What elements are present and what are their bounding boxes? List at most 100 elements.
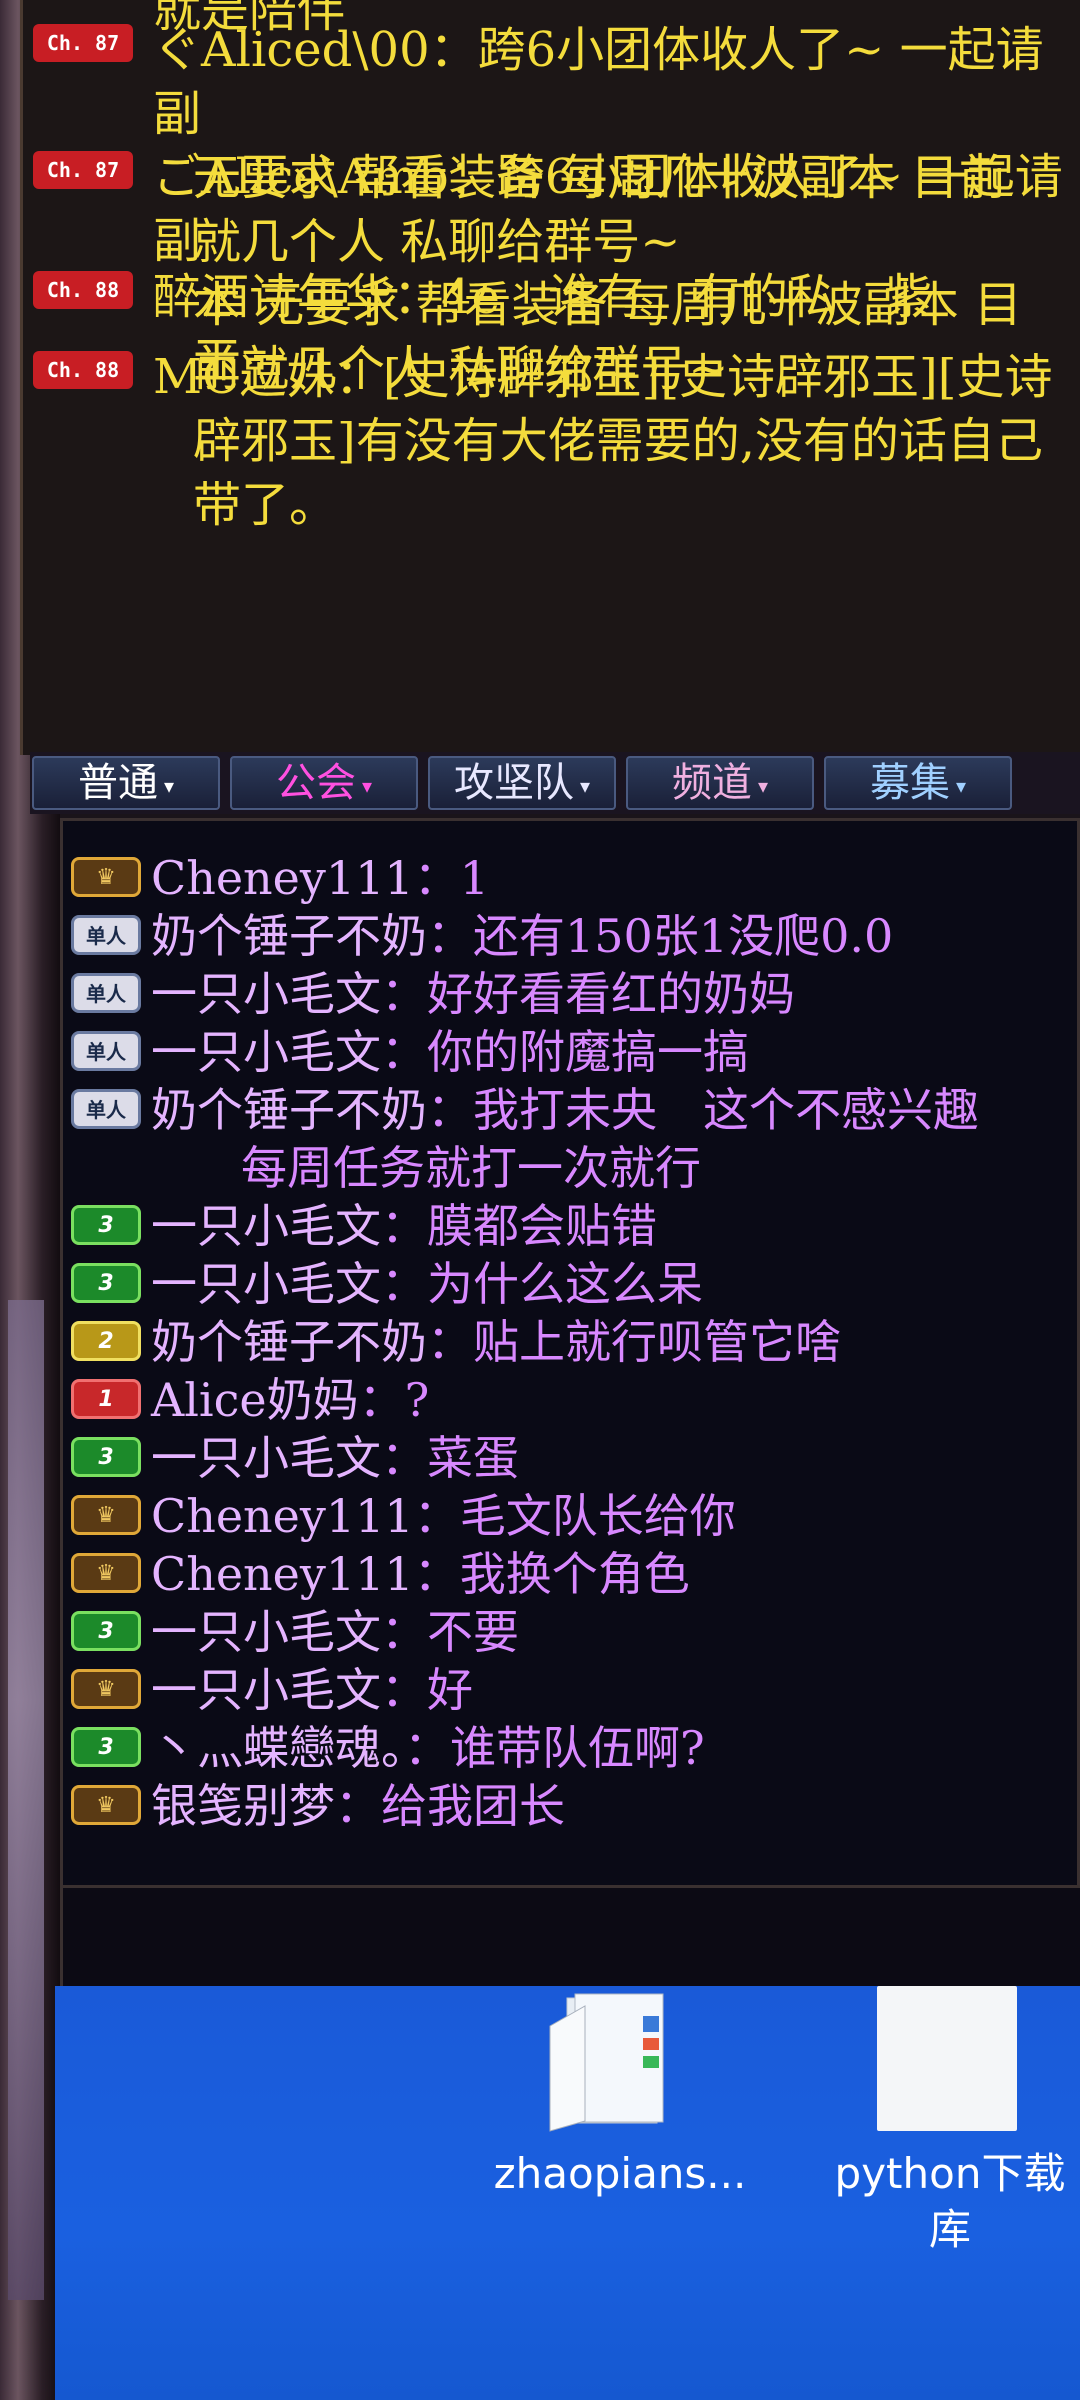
- channel-message-continuation: 辟邪玉]有没有大佬需要的,没有的话自己: [193, 413, 1043, 469]
- tab-label: 募集: [869, 760, 950, 806]
- red-rank-icon: 1: [71, 1379, 141, 1419]
- sender-name[interactable]: 一只小毛文: [151, 1199, 381, 1253]
- message-body: 还有150张1没爬0.0: [473, 909, 894, 963]
- chat-message: 3 一只小毛文：菜蛋: [71, 1429, 1077, 1487]
- green-rank-icon: 3: [71, 1611, 141, 1651]
- channel-message: Ch. 88 MC逗姝：[史诗辟邪玉][史诗辟邪玉][史诗辟邪玉]有没有大佬需要的…: [23, 345, 1080, 537]
- chat-message-text: 一只小毛文：好好看看红的奶妈: [151, 965, 795, 1023]
- sender-name[interactable]: 丶灬蝶戀魂。: [151, 1721, 404, 1775]
- tab-2[interactable]: 公会 ▾: [230, 756, 418, 810]
- solo-rank-icon: 单人: [71, 915, 141, 955]
- sender-name[interactable]: Alice奶妈: [151, 1373, 359, 1427]
- sender-name[interactable]: 一只小毛文: [151, 1663, 381, 1717]
- sender-name[interactable]: 一只小毛文: [151, 1025, 381, 1079]
- sender-name[interactable]: 一只小毛文: [151, 1605, 381, 1659]
- solo-rank-icon: 单人: [71, 973, 141, 1013]
- chat-message-text: 一只小毛文：不要: [151, 1603, 519, 1661]
- separator: ：: [427, 909, 473, 963]
- folder-icon[interactable]: [545, 1986, 675, 2136]
- chat-tab-bar: 普通 ▾ 公会 ▾ 攻坚队 ▾ 频道 ▾ 募集 ▾: [30, 752, 1080, 814]
- chat-message-text: Cheney111：1: [151, 849, 489, 907]
- message-body: 菜蛋: [427, 1431, 519, 1485]
- chat-message: ♛ Cheney111：我换个角色: [71, 1545, 1077, 1603]
- channel-message-continuation: 带了。: [193, 477, 338, 533]
- green-rank-icon: 3: [71, 1727, 141, 1767]
- tab-1[interactable]: 普通 ▾: [32, 756, 220, 810]
- message-continuation: 每周任务就打一次就行: [241, 1141, 701, 1195]
- tab-4[interactable]: 频道 ▾: [626, 756, 814, 810]
- chat-message-text: 丶灬蝶戀魂。：谁带队伍啊?: [151, 1719, 705, 1777]
- desktop-icon-zhaopians[interactable]: zhaopians...: [470, 2146, 770, 2202]
- separator: ：: [381, 1257, 427, 1311]
- channel-message-line: 醉酒诗年华：4e 谁有 有的私 紫: [153, 269, 932, 325]
- sender-name[interactable]: 奶个锤子不奶: [151, 1315, 427, 1369]
- chat-message-text: Alice奶妈：?: [151, 1371, 429, 1429]
- sender-name[interactable]: 奶个锤子不奶: [151, 909, 427, 963]
- channel-badge: Ch. 88: [33, 271, 133, 309]
- sender-name[interactable]: 奶个锤子不奶: [151, 1083, 427, 1137]
- tab-3[interactable]: 攻坚队 ▾: [428, 756, 616, 810]
- chat-message: 单人 奶个锤子不奶：我打未央 这个不感兴趣 每周任务就打一次就行: [71, 1081, 1077, 1197]
- chat-message-panel: ♛ Cheney111：1 单人 奶个锤子不奶：还有150张1没爬0.0 单人 一只小毛文…: [60, 818, 1080, 1888]
- separator: ：: [381, 1605, 427, 1659]
- chat-message-text: 一只小毛文：膜都会贴错: [151, 1197, 657, 1255]
- sender-name[interactable]: Cheney111: [151, 851, 414, 905]
- solo-rank-icon: 单人: [71, 1031, 141, 1071]
- separator: ：: [413, 1489, 460, 1543]
- chat-message-text: 一只小毛文：菜蛋: [151, 1429, 519, 1487]
- green-rank-icon: 3: [71, 1437, 141, 1477]
- tab-label: 攻坚队: [453, 760, 574, 806]
- message-body: 给我团长: [381, 1779, 565, 1833]
- tab-label: 普通: [77, 760, 158, 806]
- desktop-icon-python[interactable]: python下载 库: [800, 2146, 1080, 2258]
- message-body: 好好看看红的奶妈: [427, 967, 795, 1021]
- crown-rank-icon: ♛: [71, 1553, 141, 1593]
- file-icon[interactable]: [877, 1986, 1017, 2131]
- chat-message-text: 奶个锤子不奶：贴上就行呗管它啥: [151, 1313, 841, 1371]
- message-body: 不要: [427, 1605, 519, 1659]
- chat-message: 3 一只小毛文：为什么这么呆: [71, 1255, 1077, 1313]
- message-body: 为什么这么呆: [427, 1257, 703, 1311]
- message-body: 你的附魔搞一搞: [427, 1025, 749, 1079]
- sender-name[interactable]: 银笺别梦: [151, 1779, 335, 1833]
- sender-name[interactable]: 一只小毛文: [151, 967, 381, 1021]
- chat-message: ♛ 一只小毛文：好: [71, 1661, 1077, 1719]
- message-body: ?: [404, 1373, 430, 1427]
- tab-5[interactable]: 募集 ▾: [824, 756, 1012, 810]
- separator: ：: [413, 1547, 460, 1601]
- chat-message: ♛ Cheney111：毛文队长给你: [71, 1487, 1077, 1545]
- chat-message: 3 丶灬蝶戀魂。：谁带队伍啊?: [71, 1719, 1077, 1777]
- separator: ：: [381, 1663, 427, 1717]
- windows-desktop: zhaopians... python下载 库: [55, 1986, 1080, 2400]
- channel-badge: Ch. 87: [33, 151, 133, 189]
- chat-input-area[interactable]: [60, 1888, 1080, 1988]
- chat-message: 单人 一只小毛文：好好看看红的奶妈: [71, 965, 1077, 1023]
- chat-message-text: Cheney111：我换个角色: [151, 1545, 690, 1603]
- separator: ：: [381, 967, 427, 1021]
- file-label-line1: python下载: [834, 2149, 1066, 2198]
- green-rank-icon: 3: [71, 1263, 141, 1303]
- sender-name[interactable]: 一只小毛文: [151, 1257, 381, 1311]
- sender-name[interactable]: Cheney111: [151, 1489, 414, 1543]
- channel-message-line: MC逗姝：[史诗辟邪玉][史诗辟邪玉][史诗: [153, 349, 1053, 405]
- crown-rank-icon: ♛: [71, 1495, 141, 1535]
- chat-message: ♛ Cheney111：1: [71, 849, 1077, 907]
- channel-badge: Ch. 87: [33, 24, 133, 62]
- green-rank-icon: 3: [71, 1205, 141, 1245]
- separator: ：: [381, 1025, 427, 1079]
- tab-label: 公会: [275, 760, 356, 806]
- message-body: 毛文队长给你: [459, 1489, 736, 1543]
- chevron-down-icon: ▾: [955, 774, 967, 798]
- separator: ：: [358, 1373, 405, 1427]
- separator: ：: [404, 1721, 450, 1775]
- folder-label: zhaopians...: [493, 2149, 747, 2198]
- channel-message-line: ごAlice\Amb：跨6小团体收人了~ 一起请副: [153, 149, 1063, 269]
- chat-message: ♛ 银笺别梦：给我团长: [71, 1777, 1077, 1835]
- crown-rank-icon: ♛: [71, 857, 141, 897]
- chat-message-text: 奶个锤子不奶：还有150张1没爬0.0: [151, 907, 893, 965]
- sender-name[interactable]: Cheney111: [151, 1547, 414, 1601]
- message-body: 贴上就行呗管它啥: [473, 1315, 841, 1369]
- chevron-down-icon: ▾: [163, 774, 175, 798]
- channel-badge: Ch. 88: [33, 351, 133, 389]
- sender-name[interactable]: 一只小毛文: [151, 1431, 381, 1485]
